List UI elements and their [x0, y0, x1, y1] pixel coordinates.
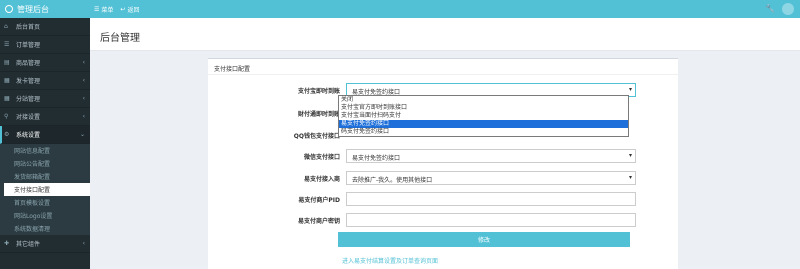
epay-pid-input[interactable]: [346, 192, 636, 206]
qq-label: QQ钱包支付接口: [293, 133, 340, 140]
wx-label: 微信支付接口: [303, 154, 340, 161]
wechat-pay-label: 财付通即时到账: [297, 111, 340, 118]
sidebar-item-products[interactable]: ▤ 商品管理 ‹: [0, 54, 90, 72]
sidebar-item-system-settings[interactable]: ⚙ 系统设置 ⌄: [0, 126, 90, 144]
grid-icon: ▦: [4, 95, 10, 102]
puzzle-icon: ✚: [4, 240, 10, 247]
submenu-item-site-info[interactable]: 网站信息配置: [0, 144, 90, 157]
chevron-left-icon: ‹: [82, 240, 85, 247]
dropdown-option-selected[interactable]: 易支付免签约接口: [339, 120, 628, 128]
back-label: 返回: [127, 6, 140, 14]
sidebar-item-substations[interactable]: ▦ 分站管理 ‹: [0, 90, 90, 108]
epay-key-label: 易支付商户密钥: [297, 218, 340, 225]
list-icon: ☰: [4, 41, 10, 48]
submenu-item-site-notice[interactable]: 网站公告配置: [0, 157, 90, 170]
top-nav: ☰ 菜单 ↩ 返回: [94, 0, 139, 18]
dropdown-option[interactable]: 码支付免签约接口: [339, 128, 628, 136]
sidebar-item-label: 后台首页: [16, 24, 41, 31]
epay-key-input[interactable]: [346, 213, 636, 227]
link-icon: ⚲: [4, 113, 9, 120]
card-title: 支付接口配置: [208, 59, 678, 75]
submit-button[interactable]: 修改: [338, 232, 630, 247]
system-settings-submenu: 网站信息配置 网站公告配置 发货邮箱配置 支付接口配置 首页模板设置 网站Log…: [0, 144, 90, 235]
alipay-dropdown-list: 关闭 支付宝官方即时到账接口 支付宝当面付扫码支付 易支付免签约接口 码支付免签…: [338, 95, 629, 137]
submenu-item-payment[interactable]: 支付接口配置: [4, 183, 90, 196]
sidebar-item-label: 订单管理: [16, 42, 41, 49]
sidebar-item-label: 对接设置: [16, 114, 41, 121]
menu-label: 菜单: [101, 6, 114, 14]
sidebar-item-other[interactable]: ✚ 其它组件 ‹: [0, 235, 90, 253]
sidebar-item-label: 分站管理: [16, 96, 41, 103]
chevron-left-icon: ‹: [82, 113, 85, 120]
sidebar-item-label: 发卡管理: [16, 78, 41, 85]
submenu-item-logo[interactable]: 网站Logo设置: [0, 209, 90, 222]
sidebar: ⌂ 后台首页 ☰ 订单管理 ▤ 商品管理 ‹ ▦ 发卡管理 ‹ ▦ 分站管理 ‹…: [0, 18, 90, 269]
dropdown-option[interactable]: 支付宝当面付扫码支付: [339, 112, 628, 120]
dashboard-icon: ⌂: [4, 23, 8, 30]
chevron-down-icon: ⌄: [79, 131, 85, 138]
submenu-item-template[interactable]: 首页模板设置: [0, 196, 90, 209]
epay-settlement-link[interactable]: 进入易支付结算设置及订单查询页面: [342, 256, 438, 265]
dropdown-option[interactable]: 关闭: [339, 96, 628, 104]
page-title: 后台管理: [90, 18, 800, 51]
epay-entry-label: 易支付接入商: [303, 176, 340, 183]
sidebar-item-cards[interactable]: ▦ 发卡管理 ‹: [0, 72, 90, 90]
top-navbar: 管理后台 ☰ 菜单 ↩ 返回 🔧: [0, 0, 800, 18]
submenu-item-cleanup[interactable]: 系统数据清理: [0, 222, 90, 235]
dropdown-option[interactable]: 支付宝官方即时到账接口: [339, 104, 628, 112]
chevron-left-icon: ‹: [82, 77, 85, 84]
user-avatar[interactable]: [782, 3, 794, 15]
sidebar-item-label: 商品管理: [16, 60, 41, 67]
cart-icon: ▤: [4, 59, 10, 66]
sidebar-item-docking[interactable]: ⚲ 对接设置 ‹: [0, 108, 90, 126]
brand[interactable]: 管理后台: [0, 0, 90, 18]
menu-toggle-button[interactable]: ☰ 菜单: [94, 5, 113, 14]
brand-title: 管理后台: [17, 4, 49, 14]
menu-icon: ☰: [94, 5, 100, 13]
chevron-left-icon: ‹: [82, 59, 85, 66]
form-row-epay-key: 易支付商户密钥: [208, 213, 678, 227]
form-row-wx: 微信支付接口 易支付免签约接口: [208, 149, 678, 163]
sidebar-item-label: 其它组件: [16, 241, 41, 248]
back-button[interactable]: ↩ 返回: [120, 5, 139, 14]
logo-icon: [5, 5, 13, 13]
back-icon: ↩: [120, 5, 126, 13]
epay-entry-select[interactable]: 去除推广-我久。使用其他接口: [346, 171, 636, 185]
epay-pid-label: 易支付商户PID: [298, 197, 340, 204]
sidebar-item-label: 系统设置: [16, 132, 41, 139]
alipay-label: 支付宝即时到账: [297, 88, 340, 95]
form-row-epay-entry: 易支付接入商 去除推广-我久。使用其他接口: [208, 171, 678, 185]
wrench-icon[interactable]: 🔧: [765, 4, 775, 13]
sidebar-item-orders[interactable]: ☰ 订单管理: [0, 36, 90, 54]
gear-icon: ⚙: [4, 131, 10, 138]
wx-select[interactable]: 易支付免签约接口: [346, 149, 636, 163]
grid-icon: ▦: [4, 77, 10, 84]
submenu-item-mail[interactable]: 发货邮箱配置: [0, 170, 90, 183]
form-row-epay-pid: 易支付商户PID: [208, 192, 678, 206]
sidebar-item-dashboard[interactable]: ⌂ 后台首页: [0, 18, 90, 36]
chevron-left-icon: ‹: [82, 95, 85, 102]
